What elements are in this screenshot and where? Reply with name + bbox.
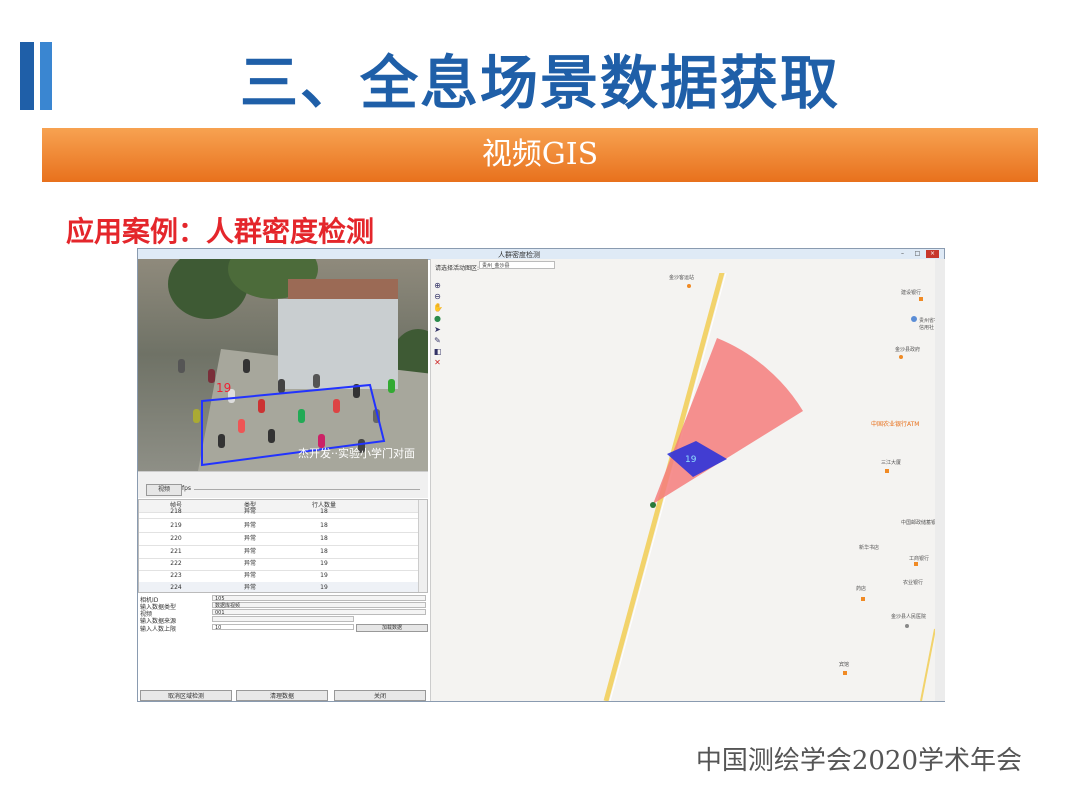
poi-label[interactable]: 金沙县政府 <box>895 346 920 353</box>
detection-region-outline <box>201 383 386 467</box>
edit-icon[interactable]: ✎ <box>433 336 442 345</box>
cell-count: 18 <box>320 535 328 542</box>
layer-icon[interactable]: ◧ <box>433 347 442 356</box>
poi-label[interactable]: 建设银行 <box>901 289 921 296</box>
cell-frame: 221 <box>170 548 182 555</box>
delete-icon[interactable]: ✕ <box>433 358 442 367</box>
poi-icon[interactable] <box>914 562 918 566</box>
conference-footer: 中国测绘学会2020学术年会 <box>695 746 1022 776</box>
video-button[interactable]: 视频 <box>146 484 182 496</box>
minimize-button[interactable]: – <box>896 250 909 258</box>
clear-data-button[interactable]: 清理数据 <box>236 690 328 701</box>
poi-icon[interactable] <box>919 297 923 301</box>
load-data-button[interactable]: 加载数据 <box>356 624 428 632</box>
cancel-region-detection-button[interactable]: 取消区域检测 <box>140 690 232 701</box>
cell-type: 异常 <box>243 584 256 591</box>
poi-marker[interactable] <box>687 284 691 288</box>
map-region-count: 19 <box>685 455 697 465</box>
cell-frame: 220 <box>170 535 182 542</box>
zoom-out-icon[interactable]: ⊖ <box>433 292 442 301</box>
table-row[interactable]: 219 异常 18 <box>139 520 419 533</box>
fps-label: fps <box>182 485 192 492</box>
playback-slider[interactable] <box>194 489 420 490</box>
video-caption: 杰开发··实验小学门对面 <box>298 447 415 460</box>
cell-frame: 222 <box>170 560 182 567</box>
cell-type: 异常 <box>243 572 256 579</box>
cell-type: 异常 <box>243 535 256 542</box>
video-control-bar: 视频 fps <box>138 471 428 498</box>
poi-label[interactable]: 工商银行 <box>909 555 929 562</box>
map-canvas[interactable] <box>431 259 945 701</box>
cell-count: 19 <box>320 572 328 579</box>
cell-type: 异常 <box>243 560 256 567</box>
poi-label[interactable]: 药店 <box>856 585 866 592</box>
video-select[interactable]: 001 <box>212 609 426 616</box>
map-scrollbar[interactable] <box>935 259 945 701</box>
district-select[interactable]: 贵州_金沙县 <box>479 261 555 269</box>
poi-marker[interactable] <box>911 316 917 322</box>
table-row[interactable]: 220 异常 18 <box>139 533 419 546</box>
poi-label[interactable]: 金沙客运站 <box>669 274 694 281</box>
table-row[interactable]: 218 异常 18 <box>139 506 419 519</box>
poi-label[interactable]: 金沙县人民医院 <box>891 613 926 620</box>
map-toolbar: 请选择活动图区: 贵州_金沙县 <box>431 259 945 273</box>
crowd-detection-window: 人群密度检测 – □ × 19 杰开发··实验小学门对面 视频 fps 帧号 类… <box>137 248 945 702</box>
poi-marker[interactable] <box>905 624 909 628</box>
side-road <box>920 628 936 701</box>
case-label: 应用案例：人群密度检测 <box>66 215 375 248</box>
pointer-icon[interactable]: ➤ <box>433 325 442 334</box>
close-button[interactable]: 关闭 <box>334 690 426 701</box>
video-region-count: 19 <box>216 381 232 395</box>
slide-title: 三、全息场景数据获取 <box>239 49 840 117</box>
table-scrollbar[interactable] <box>418 500 427 592</box>
poi-label-atm[interactable]: 中国农业银行ATM <box>871 419 919 428</box>
poi-label[interactable]: 新华书店 <box>859 544 879 551</box>
poi-icon[interactable] <box>861 597 865 601</box>
surveillance-video: 19 杰开发··实验小学门对面 <box>138 259 428 471</box>
zoom-in-icon[interactable]: ⊕ <box>433 281 442 290</box>
maximize-button[interactable]: □ <box>911 250 924 258</box>
cell-count: 18 <box>320 508 328 515</box>
gis-map[interactable]: 请选择活动图区: 贵州_金沙县 ⊕ ⊖ ✋ ● ➤ ✎ ◧ ✕ 金沙客运站 建设… <box>430 259 945 701</box>
poi-label[interactable]: 农业银行 <box>903 579 923 586</box>
cell-frame: 218 <box>170 508 182 515</box>
camera-id-select[interactable]: 105 <box>212 595 426 602</box>
data-type-select[interactable]: 数据库视频 <box>212 602 426 609</box>
section-banner: 视频GIS <box>42 128 1038 182</box>
cell-type: 异常 <box>243 522 256 529</box>
pan-icon[interactable]: ✋ <box>433 303 443 312</box>
cell-count: 19 <box>320 560 328 567</box>
threshold-input[interactable]: 10 <box>212 624 354 631</box>
poi-icon[interactable] <box>885 469 889 473</box>
map-tools: ⊕ ⊖ ✋ ● ➤ ✎ ◧ ✕ <box>433 281 443 369</box>
threshold-label: 输入人数上限 <box>140 626 177 633</box>
cell-frame: 223 <box>170 572 182 579</box>
district-label: 请选择活动图区: <box>435 265 480 272</box>
globe-icon[interactable]: ● <box>433 314 442 323</box>
poi-marker[interactable] <box>899 355 903 359</box>
cell-type: 异常 <box>243 508 256 515</box>
close-window-button[interactable]: × <box>926 250 939 258</box>
table-row[interactable]: 224 异常 19 <box>139 582 419 592</box>
poi-label[interactable]: 宾馆 <box>839 661 849 668</box>
detection-form: 相机ID 105 输入数据类型 数据库视频 视频 001 输入数据来源 输入人数… <box>138 595 428 637</box>
poi-icon[interactable] <box>843 671 847 675</box>
source-input[interactable] <box>212 616 354 622</box>
frame-table: 帧号 类型 行人数量 218 异常 18 219 异常 18 220 异常 18… <box>138 499 428 593</box>
cell-type: 异常 <box>243 548 256 555</box>
camera-view-sector <box>653 338 803 504</box>
camera-icon[interactable] <box>650 502 656 508</box>
cell-count: 18 <box>320 548 328 555</box>
cell-count: 18 <box>320 522 328 529</box>
cell-frame: 224 <box>170 584 182 591</box>
poi-label[interactable]: 三江大厦 <box>881 459 901 466</box>
cell-frame: 219 <box>170 522 182 529</box>
cell-count: 19 <box>320 584 328 591</box>
